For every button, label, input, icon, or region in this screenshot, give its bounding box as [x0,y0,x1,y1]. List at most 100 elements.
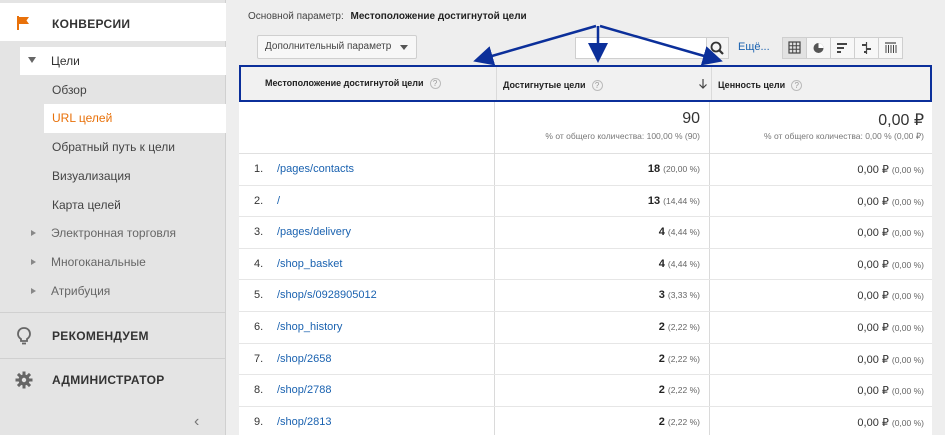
table-row: 8. /shop/2788 2 (2,22 %) 0,00 ₽ (0,00 %) [239,375,932,407]
row-value-amount: 0,00 ₽ [857,416,889,429]
column-divider [709,102,710,154]
sidebar-item-visualization[interactable]: Визуализация [44,162,226,191]
help-icon[interactable]: ? [791,80,803,92]
row-value: 0,00 ₽ (0,00 %) [711,226,924,239]
row-value-amount: 0,00 ₽ [857,164,889,176]
column-header-completions-label: Достигнутые цели [503,80,586,90]
row-value-amount: 0,00 ₽ [857,321,889,334]
row-location-link[interactable]: /shop_basket [277,258,342,270]
secondary-dimension-button[interactable]: Дополнительный параметр [257,35,417,59]
sidebar-item-ecommerce[interactable]: Электронная торговля [0,219,226,248]
row-location-link[interactable]: /shop/s/0928905012 [277,289,377,301]
search-input[interactable] [575,37,707,59]
sidebar-section-conversions[interactable]: КОНВЕРСИИ [0,3,226,41]
sidebar-section-recommend[interactable]: РЕКОМЕНДУЕМ [0,316,226,356]
row-index: 9. [254,415,264,428]
row-value-pct: (0,00 %) [891,291,924,302]
table-row: 1. /pages/contacts 18 (20,00 %) 0,00 ₽ (0,00 … [239,154,932,186]
row-value-pct: (0,00 %) [891,259,924,270]
table-header-row: Местоположение достигнутой цели? Достигн… [239,65,932,102]
sort-descending-icon[interactable] [698,78,708,90]
view-pivot-button[interactable] [878,37,903,59]
total-value-share: % от общего количества: 0,00 % (0,00 ₽) [764,131,924,141]
column-header-location[interactable]: Местоположение достигнутой цели? [265,67,441,100]
row-value: 0,00 ₽ (0,00 %) [711,163,924,176]
sidebar-multichannel-label: Многоканальные [51,255,146,269]
primary-dimension-value[interactable]: Местоположение достигнутой цели [351,11,527,22]
view-pie-button[interactable] [806,37,831,59]
row-location-link[interactable]: /pages/delivery [277,226,351,238]
comparison-icon [862,42,871,54]
column-divider [709,280,710,311]
row-value: 0,00 ₽ (0,00 %) [711,289,924,302]
row-value-pct: (0,00 %) [891,354,924,365]
view-performance-button[interactable] [830,37,855,59]
chevron-down-icon [28,57,36,63]
row-value: 0,00 ₽ (0,00 %) [711,258,924,271]
column-divider [709,406,710,435]
sidebar-divider [0,358,226,359]
sidebar-item-goals[interactable]: Цели [20,47,226,75]
row-location-link[interactable]: /shop/2658 [277,353,331,365]
row-index: 1. [254,163,264,175]
row-location-link[interactable]: /shop_history [277,321,342,333]
sidebar-item-goal-map[interactable]: Карта целей [44,191,226,220]
row-value-pct: (0,00 %) [891,165,924,175]
row-value-pct: (0,00 %) [891,322,924,333]
collapse-sidebar-icon[interactable]: ‹ [194,414,210,430]
sidebar-item-multichannel[interactable]: Многоканальные [0,248,226,277]
help-icon[interactable]: ? [591,80,603,92]
sidebar-conversions-label: КОНВЕРСИИ [52,17,131,31]
column-divider [709,311,710,343]
row-location-link[interactable]: /shop/2813 [277,416,331,428]
column-header-value[interactable]: Ценность цели? [718,69,803,102]
search-button[interactable] [707,37,729,59]
row-completions-count: 2 [658,415,665,428]
row-completions: 3 (3,33 %) [495,289,700,301]
table-body: 1./pages/contacts 18 (20,00 %) 0,00 ₽ (0,00 … [239,154,932,435]
primary-dimension: Основной параметр: Местоположение достиг… [248,11,527,22]
row-completions-pct: (2,22 %) [667,416,700,427]
row-completions-pct: (3,33 %) [667,290,700,301]
column-divider [709,154,710,185]
row-value-pct: (0,00 %) [891,417,924,428]
row-index: 8. [254,384,264,397]
view-table-button[interactable] [782,37,807,59]
row-location-link[interactable]: / [277,195,280,207]
sidebar-item-reverse-path[interactable]: Обратный путь к цели [44,133,226,162]
row-completions: 2 (2,22 %) [495,416,700,428]
lightbulb-icon [17,327,31,345]
chevron-down-icon [400,45,408,50]
row-index: 5. [254,289,264,302]
row-completions-count: 4 [658,257,665,270]
row-completions-count: 18 [647,163,661,175]
table-row: 5. /shop/s/0928905012 3 (3,33 %) 0,00 ₽ (0,00… [239,280,932,312]
sidebar: КОНВЕРСИИ Цели Обзор URL целей Обратный … [0,0,226,435]
row-completions: 2 (2,22 %) [495,353,700,365]
row-completions: 4 (4,44 %) [495,258,700,270]
sidebar-section-admin[interactable]: АДМИНИСТРАТОР [0,360,226,400]
view-comparison-button[interactable] [854,37,879,59]
row-completions-count: 3 [658,289,665,302]
row-completions-count: 2 [658,320,665,333]
search-icon [710,41,724,55]
help-icon[interactable]: ? [429,78,441,90]
table-grid-icon [788,41,801,54]
sidebar-item-attribution[interactable]: Атрибуция [0,277,226,306]
sidebar-recommend-label: РЕКОМЕНДУЕМ [52,329,149,343]
row-value: 0,00 ₽ (0,00 %) [711,321,924,334]
chevron-right-icon [31,230,36,236]
row-completions-pct: (2,22 %) [667,353,700,364]
row-completions-pct: (2,22 %) [667,321,700,332]
row-index: 7. [254,352,264,365]
row-value-amount: 0,00 ₽ [857,258,889,271]
row-location-link[interactable]: /pages/contacts [277,163,354,175]
sidebar-item-url-goals[interactable]: URL целей [44,104,226,133]
row-location-link[interactable]: /shop/2788 [277,384,331,396]
row-value: 0,00 ₽ (0,00 %) [711,384,924,397]
column-header-completions[interactable]: Достигнутые цели? [503,69,603,102]
more-link[interactable]: Ещё... [738,41,770,53]
row-completions: 4 (4,44 %) [495,226,700,238]
sidebar-item-overview[interactable]: Обзор [44,76,226,105]
column-divider [709,185,710,217]
